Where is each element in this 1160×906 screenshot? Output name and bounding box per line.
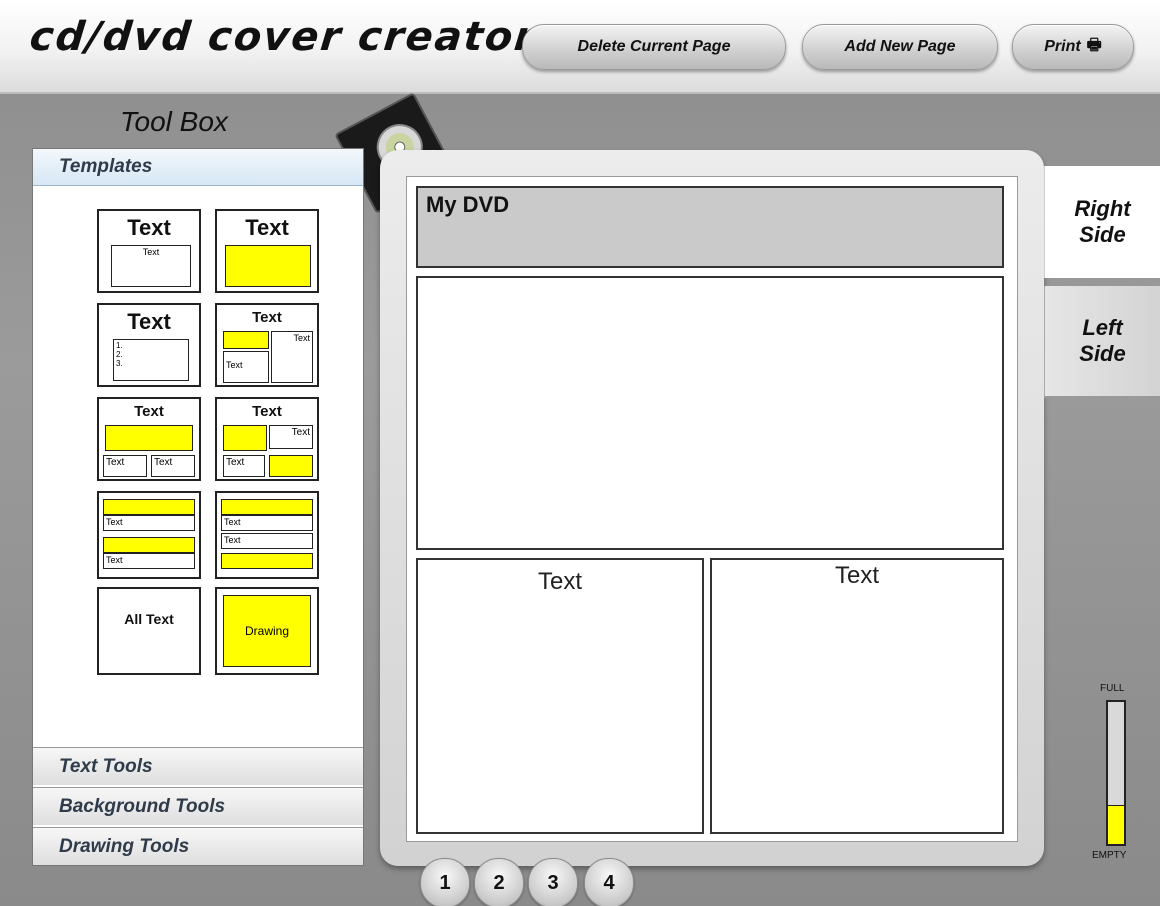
template-all-text-label: All Text xyxy=(124,611,174,627)
template-text-a: Text xyxy=(271,331,313,383)
delete-page-label: Delete Current Page xyxy=(577,38,731,55)
template-text-a: Text xyxy=(221,515,313,531)
template-image-box xyxy=(269,455,313,477)
template-big-label: Text xyxy=(127,309,171,334)
meter-full-label: FULL xyxy=(1100,683,1125,694)
template-mixed-b[interactable]: Text Text Text xyxy=(215,397,319,481)
drawing-tools-section[interactable]: Drawing Tools xyxy=(33,827,363,865)
templates-section-header[interactable]: Templates xyxy=(33,149,363,186)
template-text-a: Text xyxy=(103,515,195,531)
list-item: 1. xyxy=(116,341,123,350)
printer-icon: 🖶 xyxy=(1086,36,1102,54)
capacity-meter xyxy=(1106,700,1126,846)
list-item: 3. xyxy=(116,359,123,368)
print-button[interactable]: Print 🖶 xyxy=(1012,24,1134,70)
meter-empty-label: EMPTY xyxy=(1092,850,1127,861)
template-text-b: Text xyxy=(223,351,269,383)
template-big-label: Text xyxy=(252,403,282,420)
template-image-box xyxy=(221,553,313,569)
template-text-b: Text xyxy=(103,553,195,569)
template-stacked-b[interactable]: Text Text xyxy=(215,491,319,579)
print-label: Print xyxy=(1044,38,1081,55)
left-side-label: Left Side xyxy=(1079,315,1126,366)
template-drawing[interactable]: Drawing xyxy=(215,587,319,675)
template-image-box xyxy=(103,537,195,553)
template-image-box xyxy=(225,245,311,287)
app-window: cd/dvd cover creator Delete Current Page… xyxy=(0,0,1160,906)
template-image-two-text[interactable]: Text Text Text xyxy=(97,397,201,481)
background-tools-section[interactable]: Background Tools xyxy=(33,787,363,825)
toolbox-panel: Templates Text Text Text Text 1. 2. 3. T… xyxy=(32,148,364,866)
cover-title-field[interactable]: My DVD xyxy=(416,186,1004,268)
template-text-b: Text xyxy=(223,455,265,477)
text-tools-section[interactable]: Text Tools xyxy=(33,747,363,785)
template-drawing-label: Drawing xyxy=(223,595,311,667)
template-title-list[interactable]: Text 1. 2. 3. xyxy=(97,303,201,387)
template-image-box xyxy=(223,425,267,451)
cover-text-right[interactable]: Text xyxy=(710,558,1004,834)
template-all-text[interactable]: All Text xyxy=(97,587,201,675)
page-button-3[interactable]: 3 xyxy=(528,858,578,906)
cover-text-left[interactable]: Text xyxy=(416,558,704,834)
template-stacked-a[interactable]: Text Text xyxy=(97,491,201,579)
add-page-button[interactable]: Add New Page xyxy=(802,24,998,70)
capacity-meter-fill xyxy=(1108,804,1124,844)
template-big-label: Text xyxy=(245,215,289,240)
toolbox-title: Tool Box xyxy=(120,106,228,137)
page-button-4[interactable]: 4 xyxy=(584,858,634,906)
delete-page-button[interactable]: Delete Current Page xyxy=(522,24,786,70)
right-side-label: Right Side xyxy=(1074,196,1131,247)
template-text-b: Text xyxy=(221,533,313,549)
template-title-text[interactable]: Text Text xyxy=(97,209,201,293)
template-image-box xyxy=(103,499,195,515)
page-button-1[interactable]: 1 xyxy=(420,858,470,906)
add-page-label: Add New Page xyxy=(844,38,956,55)
app-title: cd/dvd cover creator xyxy=(27,14,539,60)
template-big-label: Text xyxy=(127,215,171,240)
header-bar: cd/dvd cover creator Delete Current Page… xyxy=(0,0,1160,94)
template-small-label: Text xyxy=(111,245,191,287)
template-title-image[interactable]: Text xyxy=(215,209,319,293)
template-mixed-a[interactable]: Text Text Text xyxy=(215,303,319,387)
template-image-box xyxy=(223,331,269,349)
template-text-a: Text xyxy=(269,425,313,449)
page-button-2[interactable]: 2 xyxy=(474,858,524,906)
template-image-box xyxy=(221,499,313,515)
template-big-label: Text xyxy=(252,309,282,326)
list-item: 2. xyxy=(116,350,123,359)
cover-image-area[interactable] xyxy=(416,276,1004,550)
template-text-a: Text xyxy=(103,455,147,477)
left-side-tab[interactable]: Left Side xyxy=(1044,286,1160,398)
template-text-b: Text xyxy=(151,455,195,477)
template-big-label: Text xyxy=(134,403,164,420)
template-list-box: 1. 2. 3. xyxy=(113,339,189,381)
right-side-tab[interactable]: Right Side xyxy=(1044,166,1160,278)
template-image-box xyxy=(105,425,193,451)
